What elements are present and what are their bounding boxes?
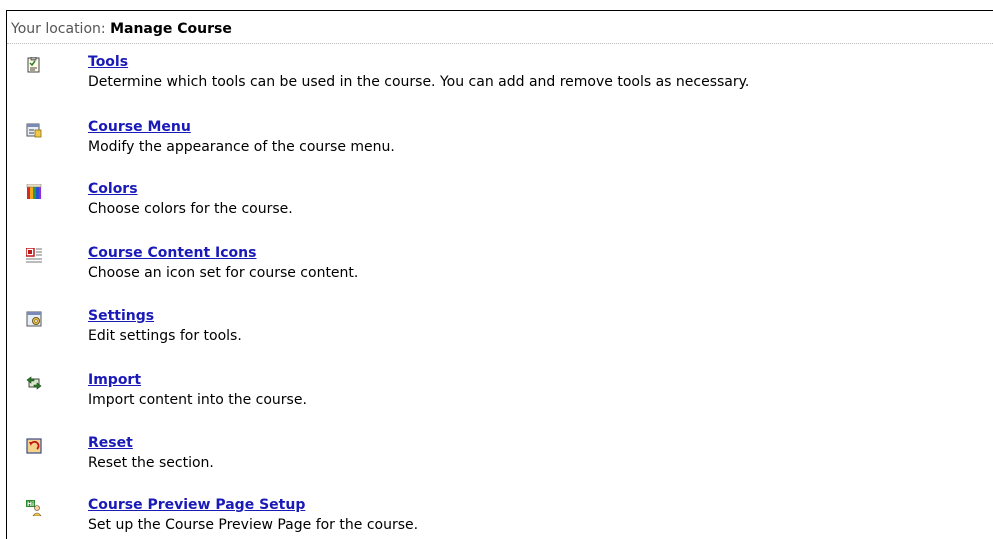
colors-icon [26,183,42,200]
reset-link[interactable]: Reset [88,435,133,451]
colors-link[interactable]: Colors [88,181,138,197]
import-link[interactable]: Import [88,372,141,388]
svg-text:Hi: Hi [27,501,34,508]
course-menu-link[interactable]: Course Menu [88,119,191,135]
settings-link[interactable]: Settings [88,308,154,324]
tools-icon [26,56,42,73]
reset-description: Reset the section. [88,455,214,471]
tools-description: Determine which tools can be used in the… [88,74,750,90]
course-content-icons-description: Choose an icon set for course content. [88,265,359,281]
colors-description: Choose colors for the course. [88,201,293,217]
course-content-icons-link[interactable]: Course Content Icons [88,245,256,261]
settings-icon [26,311,42,327]
settings-description: Edit settings for tools. [88,328,242,344]
import-description: Import content into the course. [88,392,307,408]
content-icons-icon [25,247,42,264]
course-menu-icon [26,122,42,138]
content-frame: Your location: Manage Course Tools Deter… [6,10,993,539]
import-icon [26,375,42,391]
preview-setup-icon: Hi [26,500,42,517]
course-preview-page-setup-description: Set up the Course Preview Page for the c… [88,517,419,533]
course-preview-page-setup-link[interactable]: Course Preview Page Setup [88,497,305,513]
course-menu-description: Modify the appearance of the course menu… [88,139,395,155]
tools-link[interactable]: Tools [88,54,128,70]
reset-icon [26,438,42,454]
tool-list: Tools Determine which tools can be used … [7,11,993,539]
